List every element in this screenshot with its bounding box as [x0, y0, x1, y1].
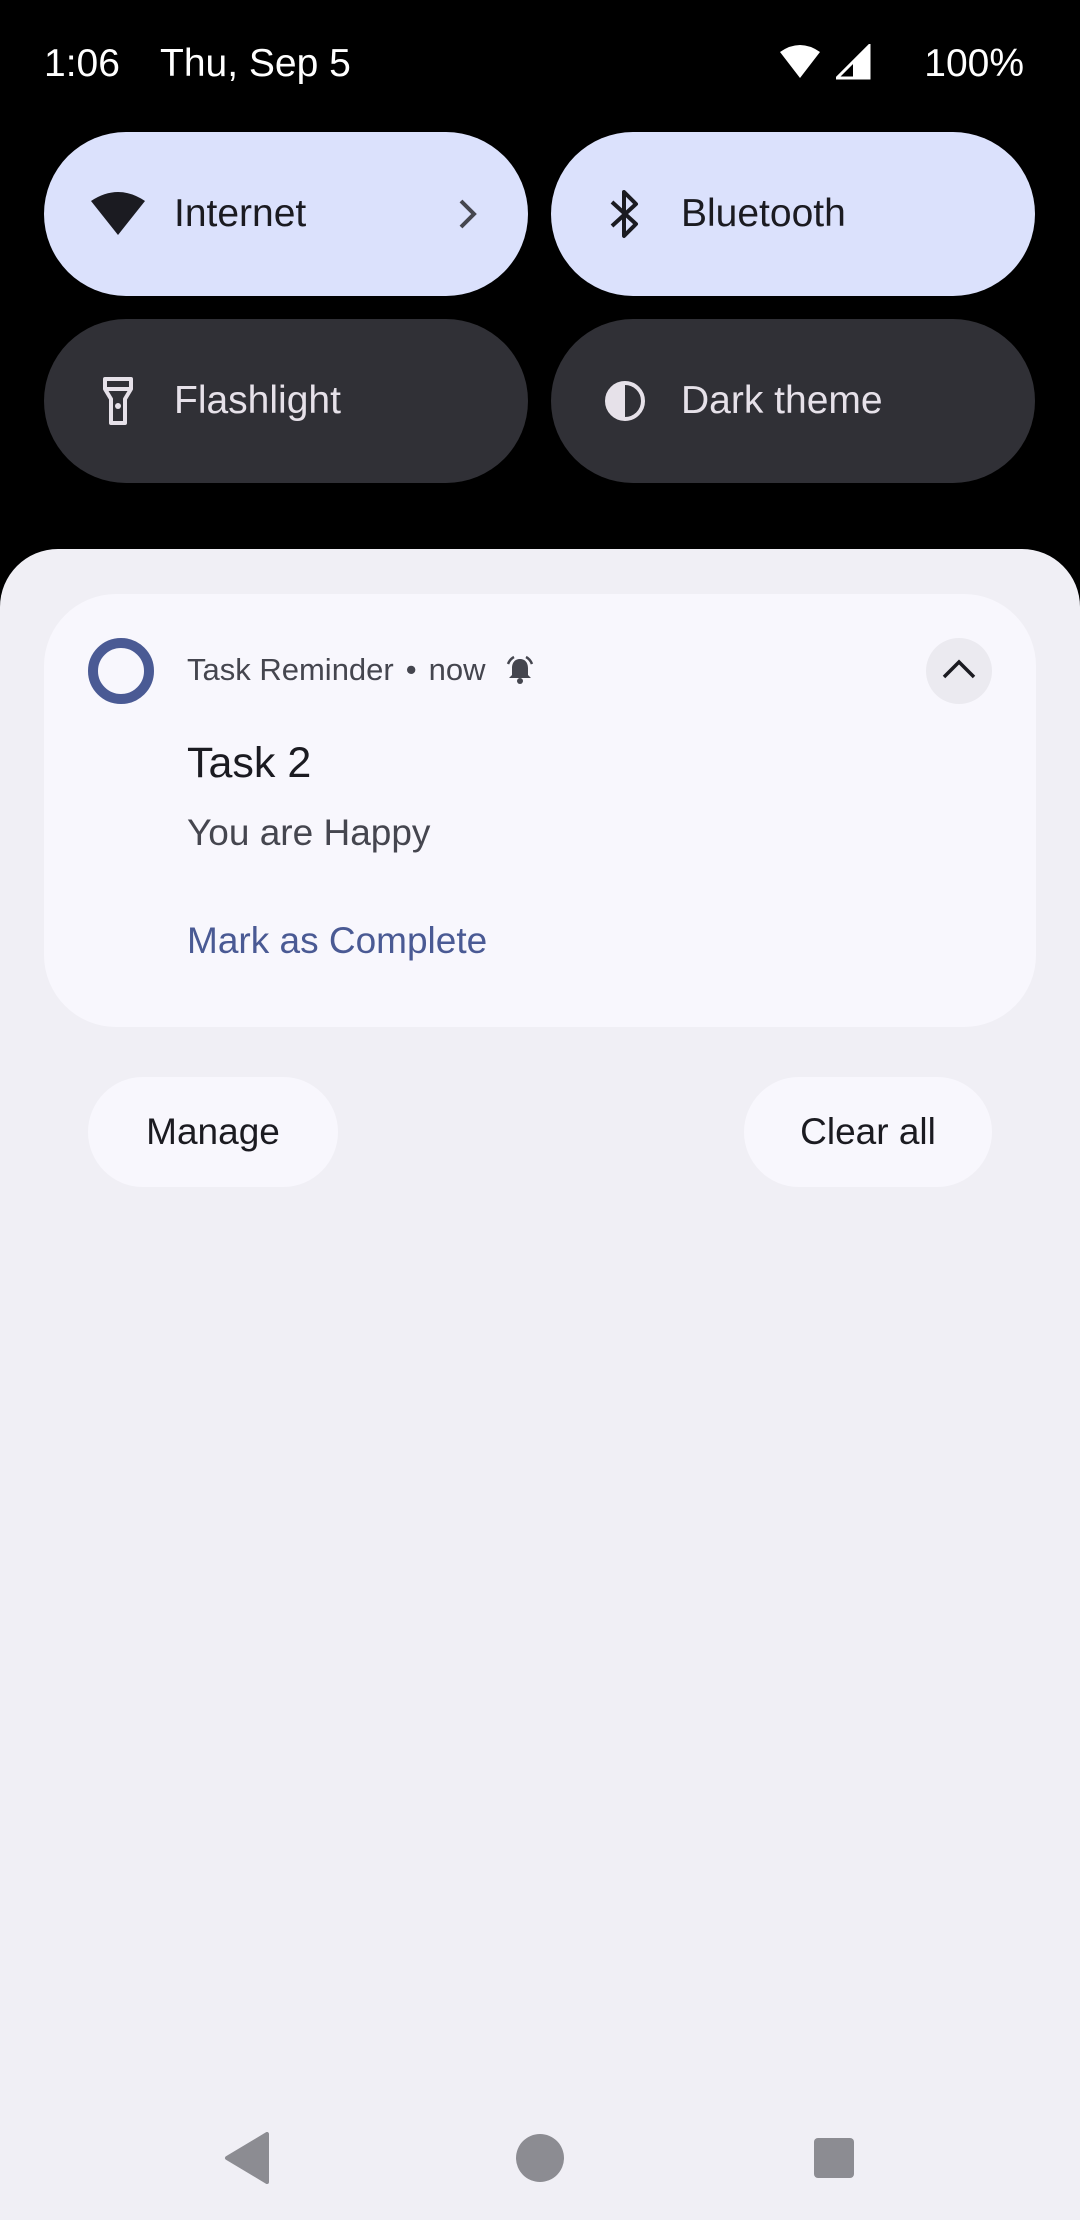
cell-signal-icon: [833, 41, 872, 85]
battery-percent: 100%: [924, 42, 1024, 85]
back-button[interactable]: [215, 2128, 279, 2192]
navigation-bar: [0, 2100, 1080, 2220]
chevron-up-icon: [941, 658, 977, 685]
collapse-button[interactable]: [926, 638, 992, 704]
notification-text: You are Happy: [187, 812, 431, 853]
notification-card[interactable]: Task Reminder • now Task 2 You are Happy…: [44, 594, 1036, 1027]
tile-label: Bluetooth: [681, 192, 846, 235]
notification-title: Task 2: [187, 739, 312, 787]
wifi-icon: [778, 44, 822, 85]
tile-flashlight[interactable]: Flashlight: [44, 319, 528, 483]
tile-bluetooth[interactable]: Bluetooth: [551, 132, 1035, 296]
alarm-bell-icon: [505, 655, 535, 685]
chevron-right-icon[interactable]: [448, 194, 488, 234]
tile-internet[interactable]: Internet: [44, 132, 528, 296]
status-bar: 1:06 Thu, Sep 5 100%: [0, 0, 1080, 134]
mark-complete-button[interactable]: Mark as Complete: [187, 920, 487, 962]
wifi-icon: [88, 184, 148, 244]
notification-app-name: Task Reminder: [187, 652, 394, 687]
dark-theme-icon: [595, 371, 655, 431]
header-separator: •: [405, 652, 417, 687]
bluetooth-icon: [595, 184, 655, 244]
back-icon: [223, 2131, 271, 2189]
tile-label: Internet: [174, 192, 307, 235]
app-icon: [88, 638, 154, 704]
status-date: Thu, Sep 5: [160, 42, 351, 85]
tile-label: Dark theme: [681, 379, 883, 422]
manage-button[interactable]: Manage: [88, 1077, 338, 1187]
home-button[interactable]: [508, 2128, 572, 2192]
flashlight-icon: [88, 371, 148, 431]
tile-dark-theme[interactable]: Dark theme: [551, 319, 1035, 483]
tile-label: Flashlight: [174, 379, 341, 422]
notification-header: Task Reminder • now: [187, 652, 535, 688]
recents-button[interactable]: [802, 2128, 866, 2192]
clear-all-button[interactable]: Clear all: [744, 1077, 992, 1187]
notification-time: now: [428, 652, 486, 687]
recents-icon: [812, 2136, 856, 2185]
status-icons: 100%: [778, 41, 1024, 86]
home-icon: [514, 2132, 566, 2189]
status-time: 1:06: [44, 42, 120, 85]
